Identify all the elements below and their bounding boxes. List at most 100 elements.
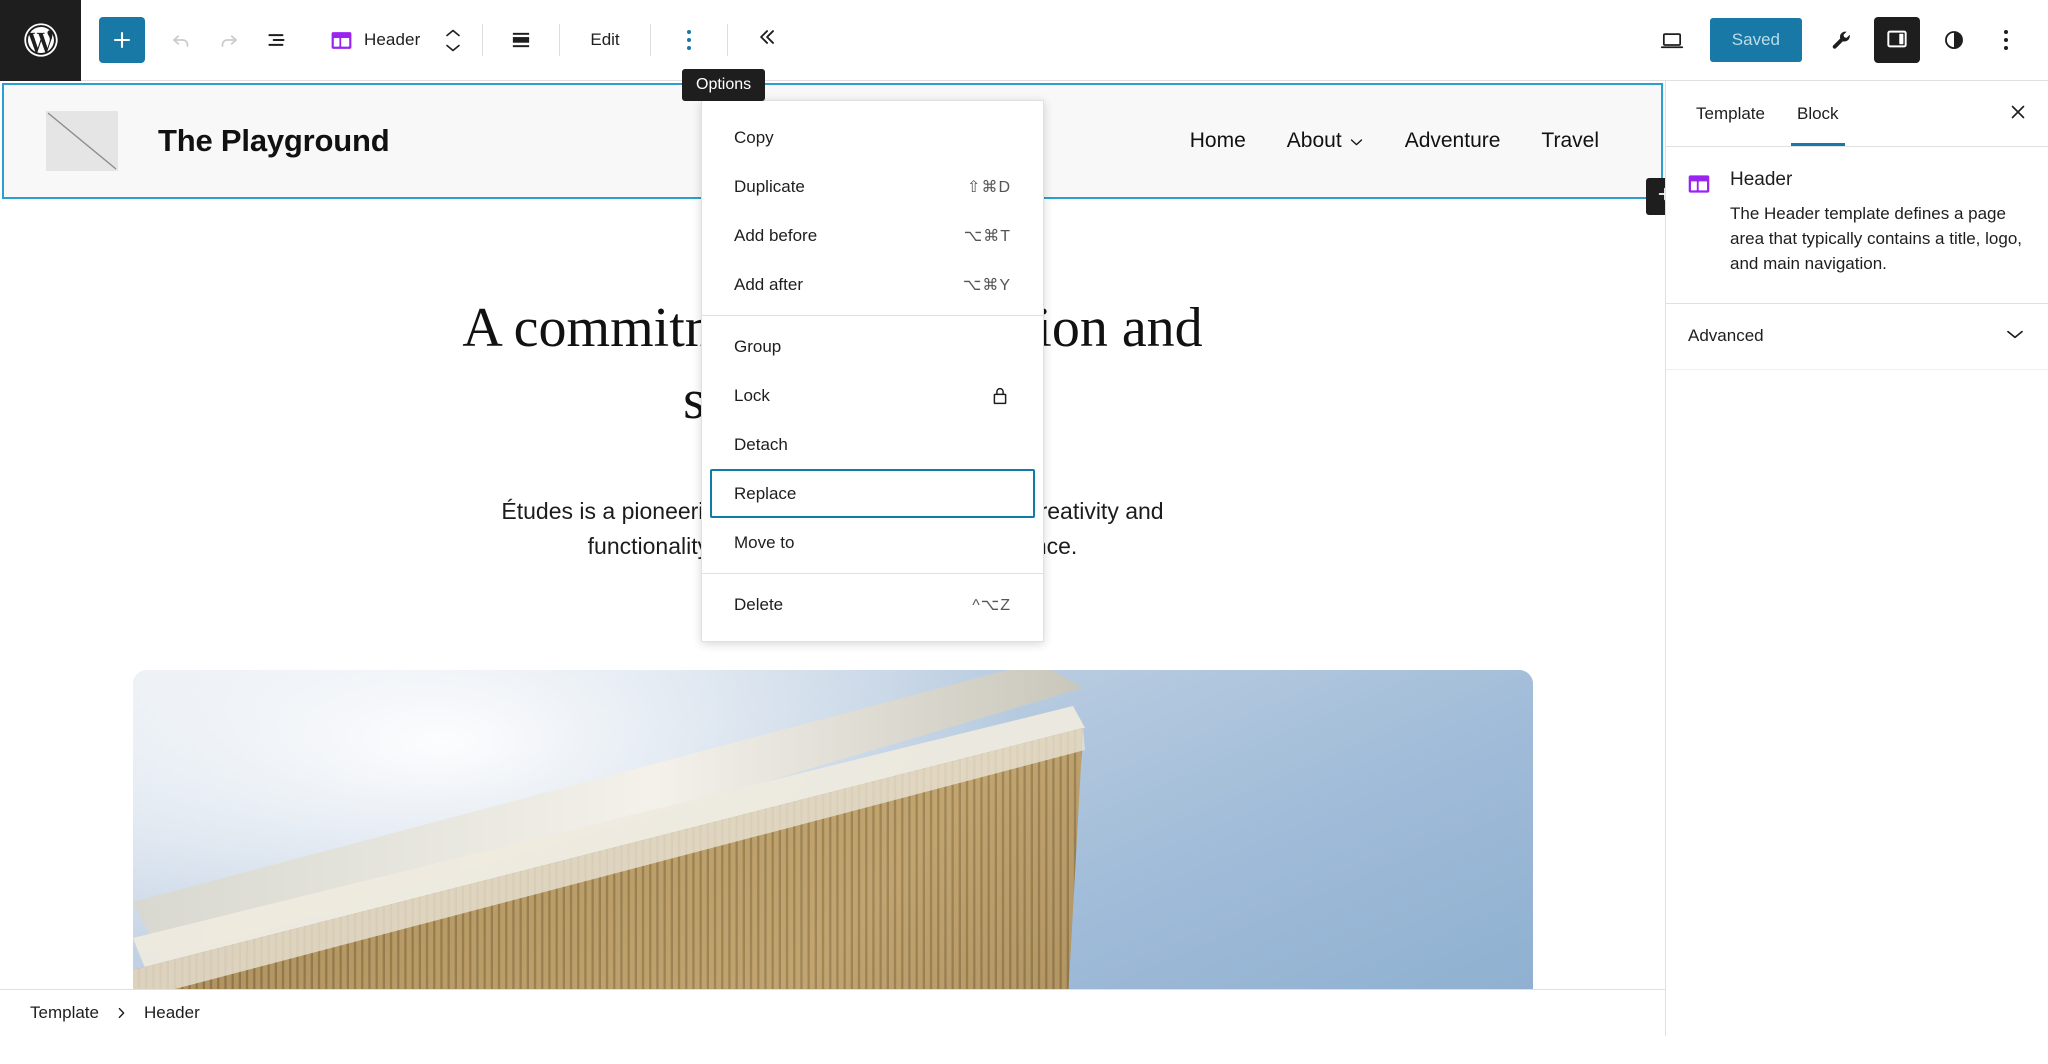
align-icon xyxy=(508,27,534,53)
panel-advanced-label: Advanced xyxy=(1688,326,1764,346)
nav-item-label: Adventure xyxy=(1405,129,1501,153)
nav-item-adventure[interactable]: Adventure xyxy=(1405,129,1501,153)
redo-icon xyxy=(216,27,242,53)
block-card-description: The Header template defines a page area … xyxy=(1730,202,2028,277)
list-view-icon xyxy=(264,27,290,53)
nav-item-about[interactable]: About xyxy=(1287,129,1364,153)
chevron-up-icon[interactable] xyxy=(443,27,463,39)
block-card: Header The Header template defines a pag… xyxy=(1666,147,2048,304)
nav-item-label: Home xyxy=(1190,129,1246,153)
more-options-button[interactable] xyxy=(1982,16,2030,64)
redo-button[interactable] xyxy=(205,16,253,64)
nav-item-home[interactable]: Home xyxy=(1190,129,1246,153)
menu-item-add-before[interactable]: Add before ⌥⌘T xyxy=(710,211,1035,260)
menu-item-label: Replace xyxy=(734,484,1011,504)
menu-item-detach[interactable]: Detach xyxy=(710,420,1035,469)
hero-image-block[interactable] xyxy=(133,670,1533,1036)
tab-template[interactable]: Template xyxy=(1680,83,1781,145)
contrast-styles-icon xyxy=(1941,27,1967,53)
breadcrumb: Template Header xyxy=(0,989,1665,1036)
menu-item-label: Group xyxy=(734,337,1011,357)
menu-group-block-actions: Group Lock Detach Replace Move to xyxy=(702,315,1043,573)
menu-item-shortcut: ⌥⌘T xyxy=(964,226,1011,246)
nav-item-label: Travel xyxy=(1541,129,1599,153)
menu-item-shortcut: ^⌥Z xyxy=(972,595,1011,615)
menu-item-label: Detach xyxy=(734,435,1011,455)
menu-item-add-after[interactable]: Add after ⌥⌘Y xyxy=(710,260,1035,309)
plus-icon xyxy=(1655,184,1666,209)
block-options-button[interactable] xyxy=(665,16,713,64)
site-navigation: Home About Adventure Travel xyxy=(1190,129,1619,153)
menu-item-label: Lock xyxy=(734,386,989,406)
wordpress-logo-icon xyxy=(21,20,61,60)
tab-block[interactable]: Block xyxy=(1781,83,1855,145)
chevron-down-icon[interactable] xyxy=(443,42,463,54)
sidebar-tabs: Template Block xyxy=(1666,81,2048,147)
wordpress-site-editor: Header xyxy=(0,0,2048,1064)
breadcrumb-item-template[interactable]: Template xyxy=(22,997,107,1029)
block-card-text: Header The Header template defines a pag… xyxy=(1730,169,2028,277)
settings-sidebar: Template Block Header The He xyxy=(1665,81,2048,1036)
menu-item-duplicate[interactable]: Duplicate ⇧⌘D xyxy=(710,162,1035,211)
undo-button[interactable] xyxy=(157,16,205,64)
menu-item-group[interactable]: Group xyxy=(710,322,1035,371)
menu-item-label: Add after xyxy=(734,275,963,295)
list-view-button[interactable] xyxy=(253,16,301,64)
chevron-double-left-icon xyxy=(753,24,779,56)
menu-item-copy[interactable]: Copy xyxy=(710,113,1035,162)
sidebar-panel-icon xyxy=(1884,26,1910,55)
nav-item-label: About xyxy=(1287,129,1342,153)
nav-item-travel[interactable]: Travel xyxy=(1541,129,1599,153)
block-type-indicator[interactable]: Header xyxy=(315,16,426,64)
settings-panel-toggle-button[interactable] xyxy=(1874,17,1920,63)
block-type-label: Header xyxy=(364,30,420,50)
menu-item-label: Delete xyxy=(734,595,972,615)
toolbar-divider-3 xyxy=(650,24,651,56)
menu-item-shortcut: ⌥⌘Y xyxy=(963,275,1011,295)
menu-item-delete[interactable]: Delete ^⌥Z xyxy=(710,580,1035,629)
close-icon xyxy=(2006,100,2030,127)
collapse-toolbar-button[interactable] xyxy=(742,16,790,64)
align-button[interactable] xyxy=(497,16,545,64)
panel-advanced[interactable]: Advanced xyxy=(1666,304,2048,370)
menu-item-replace[interactable]: Replace xyxy=(710,469,1035,518)
chevron-down-icon xyxy=(1349,129,1364,153)
site-logo-placeholder[interactable] xyxy=(46,111,118,171)
menu-item-label: Copy xyxy=(734,128,1011,148)
toolbar-divider-2 xyxy=(559,24,560,56)
plus-icon xyxy=(110,28,134,52)
block-options-dropdown: Copy Duplicate ⇧⌘D Add before ⌥⌘T Add af… xyxy=(701,100,1044,642)
editor-top-toolbar: Header xyxy=(0,0,2048,81)
breadcrumb-separator-icon xyxy=(111,1006,132,1020)
menu-group-clipboard: Copy Duplicate ⇧⌘D Add before ⌥⌘T Add af… xyxy=(702,107,1043,315)
tools-button[interactable] xyxy=(1816,16,1864,64)
architectural-building-photo xyxy=(133,670,1533,1036)
edit-button[interactable]: Edit xyxy=(574,20,635,60)
menu-item-label: Move to xyxy=(734,533,1011,553)
menu-item-lock[interactable]: Lock xyxy=(710,371,1035,420)
block-card-title: Header xyxy=(1730,169,2028,191)
menu-item-shortcut: ⇧⌘D xyxy=(967,177,1011,197)
chevron-down-icon xyxy=(2004,327,2026,346)
breadcrumb-item-header[interactable]: Header xyxy=(136,997,208,1029)
more-vertical-icon xyxy=(2004,30,2008,34)
view-device-button[interactable] xyxy=(1648,16,1696,64)
undo-icon xyxy=(168,27,194,53)
template-part-icon xyxy=(1686,171,1712,277)
wordpress-logo-button[interactable] xyxy=(0,0,81,81)
add-block-button[interactable] xyxy=(99,17,145,63)
lock-icon xyxy=(989,385,1011,407)
site-title[interactable]: The Playground xyxy=(158,123,389,159)
toolbar-right-group: Saved xyxy=(1648,0,2048,81)
more-vertical-icon xyxy=(687,30,691,34)
close-sidebar-button[interactable] xyxy=(1994,90,2042,138)
styles-button[interactable] xyxy=(1930,16,1978,64)
toolbar-divider-1 xyxy=(482,24,483,56)
menu-item-label: Duplicate xyxy=(734,177,967,197)
desktop-view-icon xyxy=(1658,26,1686,54)
template-part-icon xyxy=(329,28,354,53)
saved-button[interactable]: Saved xyxy=(1710,18,1802,62)
block-mover[interactable] xyxy=(438,16,468,64)
block-appender-button[interactable] xyxy=(1646,178,1665,215)
menu-item-move-to[interactable]: Move to xyxy=(710,518,1035,567)
